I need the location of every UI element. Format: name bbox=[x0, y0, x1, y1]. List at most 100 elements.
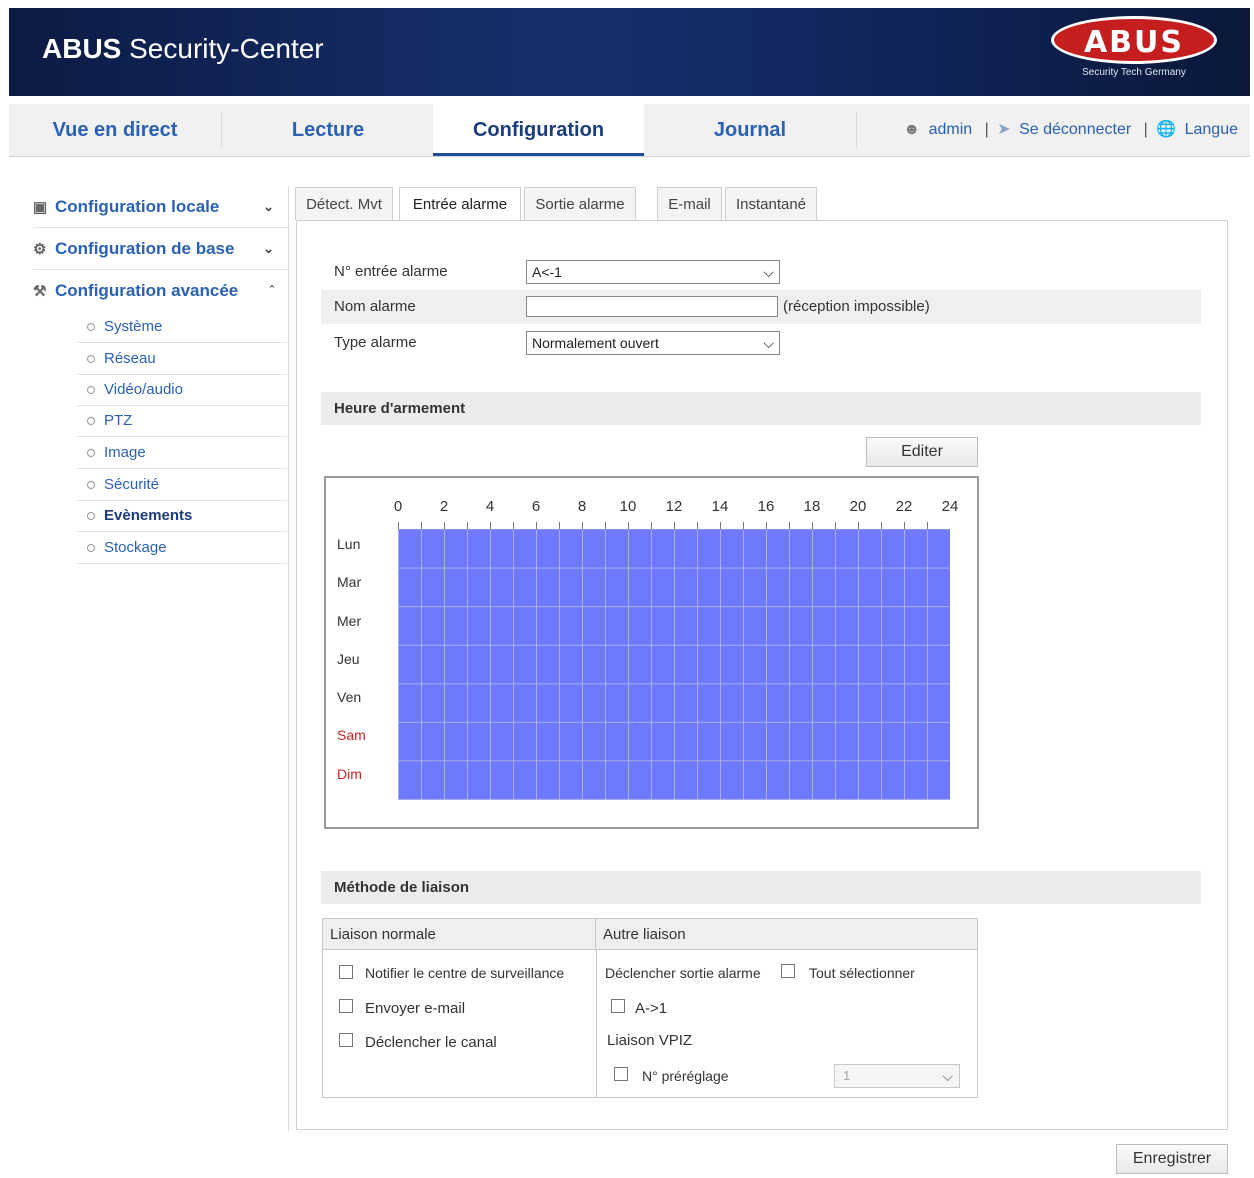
separator: | bbox=[1143, 121, 1148, 138]
language-link[interactable]: Langue bbox=[1185, 121, 1238, 138]
subtab-email[interactable]: E-mail bbox=[657, 187, 722, 220]
bullet-icon bbox=[87, 449, 95, 458]
subtab-alarm-input[interactable]: Entrée alarme bbox=[399, 187, 521, 221]
hour-label: 12 bbox=[665, 498, 683, 515]
sidebar-item-video-audio[interactable]: Vidéo/audio bbox=[77, 374, 287, 406]
hour-label: 2 bbox=[439, 498, 449, 515]
tab-live-view[interactable]: Vue en direct bbox=[9, 104, 221, 156]
notify-center-label: Notifier le centre de surveillance bbox=[365, 965, 565, 981]
logout-link[interactable]: Se déconnecter bbox=[1019, 121, 1131, 138]
alarm-type-row: Type alarme Normalement ouvert ⌵ bbox=[321, 326, 1201, 360]
output-a1-checkbox[interactable] bbox=[611, 999, 625, 1013]
gear-icon: ⚙ bbox=[33, 241, 47, 258]
sidebar-group-basic-config[interactable]: ⚙ Configuration de base ⌄ bbox=[33, 229, 288, 270]
username-link[interactable]: admin bbox=[929, 121, 973, 138]
normal-linkage-header: Liaison normale bbox=[323, 919, 596, 950]
sidebar-item-image[interactable]: Image bbox=[77, 437, 287, 469]
user-icon: ☻ bbox=[903, 121, 921, 138]
sidebar-group-advanced-config[interactable]: ⚒ Configuration avancée ˆ bbox=[33, 271, 288, 311]
subtab-snapshot[interactable]: Instantané bbox=[725, 187, 817, 220]
chevron-down-icon: ⌵ bbox=[942, 1068, 953, 1084]
output-a1-label: A->1 bbox=[635, 1000, 668, 1017]
send-email-label: Envoyer e-mail bbox=[365, 1000, 466, 1017]
preset-checkbox[interactable] bbox=[614, 1067, 628, 1081]
select-all-label: Tout sélectionner bbox=[809, 965, 915, 981]
select-all-checkbox[interactable] bbox=[781, 964, 795, 978]
alarm-input-number-label: N° entrée alarme bbox=[334, 263, 448, 280]
notify-center-checkbox[interactable] bbox=[339, 965, 353, 979]
day-label-wed: Mer bbox=[337, 613, 362, 629]
chevron-down-icon: ⌄ bbox=[263, 241, 274, 256]
sidebar-item-security[interactable]: Sécurité bbox=[77, 469, 287, 501]
hour-label: 8 bbox=[577, 498, 587, 515]
day-label-thu: Jeu bbox=[337, 651, 360, 667]
tab-log[interactable]: Journal bbox=[644, 104, 856, 156]
hour-label: 16 bbox=[757, 498, 775, 515]
linkage-method-section: Méthode de liaison bbox=[321, 871, 1201, 904]
hour-label: 4 bbox=[485, 498, 495, 515]
monitor-icon: ▣ bbox=[33, 199, 48, 216]
logo-tagline: Security Tech Germany bbox=[1082, 67, 1186, 78]
subtab-motion-detection[interactable]: Détect. Mvt bbox=[295, 187, 393, 220]
other-linkage-header: Autre liaison bbox=[596, 919, 977, 950]
ptz-linkage-label: Liaison VPIZ bbox=[607, 1032, 693, 1049]
sidebar-item-storage[interactable]: Stockage bbox=[77, 532, 287, 564]
tab-configuration[interactable]: Configuration bbox=[433, 104, 644, 156]
linkage-table: Liaison normale Autre liaison Notifier l… bbox=[322, 918, 978, 1098]
edit-schedule-button[interactable]: Editer bbox=[866, 437, 978, 467]
hour-ticks bbox=[398, 522, 950, 529]
separator: | bbox=[984, 121, 989, 138]
subtab-alarm-output[interactable]: Sortie alarme bbox=[524, 187, 636, 220]
sidebar-item-network[interactable]: Réseau bbox=[77, 343, 287, 375]
logo-wordmark: ABUS bbox=[1051, 16, 1217, 64]
day-label-sat: Sam bbox=[337, 727, 366, 743]
app-header: ABUS Security-Center ABUS Security Tech … bbox=[9, 8, 1250, 96]
abus-logo: ABUS Security Tech Germany bbox=[1048, 16, 1220, 88]
main-nav: Vue en direct Lecture Configuration Jour… bbox=[9, 104, 1250, 157]
tab-playback[interactable]: Lecture bbox=[222, 104, 434, 156]
hour-label: 22 bbox=[895, 498, 913, 515]
day-label-mon: Lun bbox=[337, 536, 361, 552]
globe-icon: 🌐 bbox=[1156, 121, 1177, 138]
bullet-icon bbox=[87, 544, 95, 553]
alarm-input-number-select[interactable]: A<-1 ⌵ bbox=[526, 260, 780, 284]
alarm-type-label: Type alarme bbox=[334, 334, 417, 351]
day-label-fri: Ven bbox=[337, 689, 362, 705]
app-title: ABUS Security-Center bbox=[42, 33, 324, 64]
chevron-down-icon: ⌄ bbox=[263, 199, 274, 214]
chevron-up-icon: ˆ bbox=[269, 283, 274, 298]
preset-label: N° préréglage bbox=[642, 1068, 729, 1084]
hour-label: 24 bbox=[941, 498, 959, 515]
sidebar-divider bbox=[288, 186, 289, 1131]
arming-schedule-section: Heure d'armement bbox=[321, 392, 1201, 425]
schedule-grid[interactable] bbox=[398, 529, 950, 800]
trigger-alarm-output-label: Déclencher sortie alarme bbox=[605, 965, 761, 981]
trigger-channel-checkbox[interactable] bbox=[339, 1033, 353, 1047]
logout-icon: ➤ bbox=[997, 121, 1011, 138]
alarm-name-label: Nom alarme bbox=[334, 298, 416, 315]
hour-label: 18 bbox=[803, 498, 821, 515]
alarm-input-number-row: N° entrée alarme A<-1 ⌵ bbox=[321, 255, 1201, 289]
alarm-name-row: Nom alarme (réception impossible) bbox=[321, 290, 1201, 324]
alarm-type-select[interactable]: Normalement ouvert ⌵ bbox=[526, 331, 780, 355]
sidebar-item-events[interactable]: Evènements bbox=[77, 500, 287, 532]
hour-label: 0 bbox=[393, 498, 403, 515]
hour-label: 14 bbox=[711, 498, 729, 515]
send-email-checkbox[interactable] bbox=[339, 999, 353, 1013]
wrench-icon: ⚒ bbox=[33, 283, 47, 300]
hour-label: 20 bbox=[849, 498, 867, 515]
hour-label: 6 bbox=[531, 498, 541, 515]
sidebar-item-system[interactable]: Système bbox=[77, 311, 287, 343]
day-label-sun: Dim bbox=[337, 766, 362, 782]
chevron-down-icon: ⌵ bbox=[763, 264, 774, 280]
save-button[interactable]: Enregistrer bbox=[1116, 1144, 1228, 1174]
hour-label: 10 bbox=[619, 498, 637, 515]
preset-select[interactable]: 1 ⌵ bbox=[834, 1064, 960, 1088]
bullet-icon bbox=[87, 386, 95, 395]
alarm-name-input[interactable] bbox=[526, 296, 778, 317]
sidebar-item-ptz[interactable]: PTZ bbox=[77, 405, 287, 437]
chevron-down-icon: ⌵ bbox=[763, 335, 774, 351]
bullet-icon bbox=[87, 355, 95, 364]
sidebar-group-local-config[interactable]: ▣ Configuration locale ⌄ bbox=[33, 187, 288, 228]
bullet-icon bbox=[87, 323, 95, 332]
